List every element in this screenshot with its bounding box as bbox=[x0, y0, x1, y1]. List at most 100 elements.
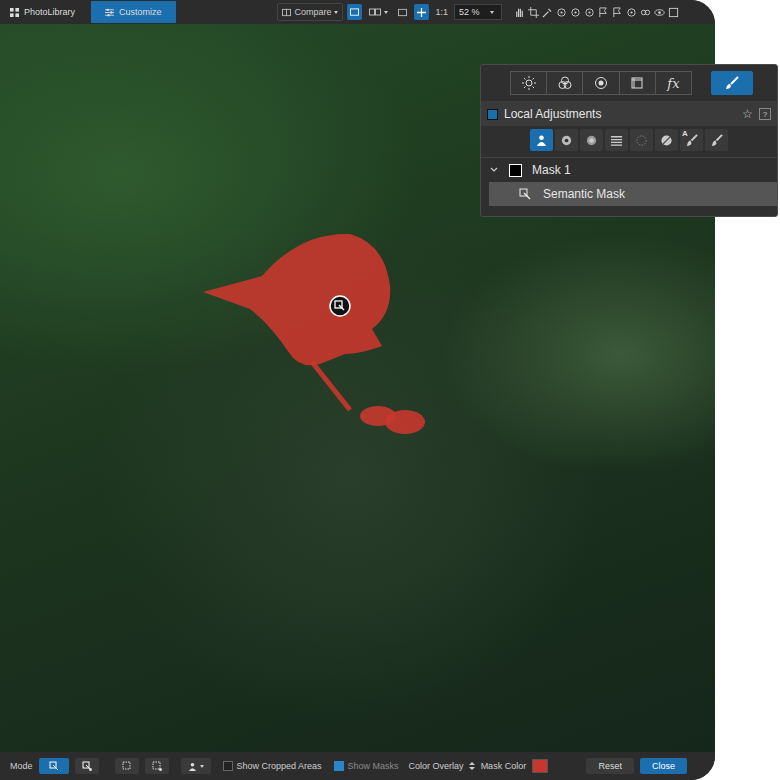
auto-mask-icon bbox=[635, 134, 648, 147]
checkbox[interactable]: Show Cropped Areas bbox=[223, 761, 322, 771]
updown-arrow-icon bbox=[469, 761, 475, 771]
grid-icon bbox=[10, 8, 19, 17]
action-button[interactable]: Reset bbox=[586, 758, 634, 774]
palette-tab[interactable] bbox=[619, 71, 656, 95]
select-mode-icon bbox=[122, 761, 132, 771]
mode-button[interactable] bbox=[75, 758, 99, 774]
semantic-mask-icon bbox=[519, 188, 531, 200]
compare-label: Compare bbox=[294, 7, 331, 17]
workspace-tab-label: Customize bbox=[119, 7, 162, 17]
favorite-button[interactable]: ☆ bbox=[742, 107, 753, 121]
geometry-icon bbox=[630, 76, 644, 90]
local-tool-button[interactable] bbox=[555, 129, 578, 151]
screen: PhotoLibrary Customize Compare 1:1 52 % … bbox=[0, 0, 780, 780]
overlay-mode-dropdown[interactable]: Color Overlay bbox=[409, 761, 475, 771]
control-line-icon bbox=[585, 134, 598, 147]
local-tool-button[interactable] bbox=[630, 129, 653, 151]
palette-icon bbox=[487, 109, 498, 120]
flag2-icon[interactable] bbox=[612, 7, 623, 18]
workspace-tab[interactable]: PhotoLibrary bbox=[6, 1, 87, 23]
mode-button[interactable] bbox=[145, 758, 169, 774]
zoom-value: 52 % bbox=[459, 7, 480, 17]
square-icon[interactable] bbox=[668, 7, 679, 18]
palette-tab[interactable] bbox=[711, 71, 753, 95]
top-toolbar: PhotoLibrary Customize Compare 1:1 52 % bbox=[0, 0, 715, 24]
flag-icon[interactable] bbox=[598, 7, 609, 18]
control-point-icon bbox=[560, 134, 573, 147]
palette-header: Local Adjustments ☆ ? bbox=[481, 102, 777, 126]
mode-button[interactable] bbox=[115, 758, 139, 774]
local-tool-button[interactable] bbox=[580, 129, 603, 151]
palette-tabs: fx bbox=[481, 65, 777, 102]
eraser-icon bbox=[660, 134, 673, 147]
redeye-icon[interactable] bbox=[556, 7, 567, 18]
dropdown-arrow-icon bbox=[334, 11, 338, 14]
move-icon bbox=[417, 8, 426, 17]
overlay-mode-label: Color Overlay bbox=[409, 761, 464, 771]
palette-tab[interactable] bbox=[546, 71, 583, 95]
mode-button[interactable] bbox=[39, 758, 69, 774]
mask-component-name: Semantic Mask bbox=[543, 187, 625, 201]
local-tool-button[interactable] bbox=[705, 129, 728, 151]
palette-tab[interactable] bbox=[582, 71, 619, 95]
light-icon bbox=[522, 76, 536, 90]
semantic-add-mode-icon bbox=[82, 761, 92, 771]
dropdown-arrow-icon bbox=[200, 765, 204, 768]
palette-tab[interactable] bbox=[510, 71, 547, 95]
palette-tab[interactable]: fx bbox=[655, 71, 692, 95]
help-button[interactable]: ? bbox=[759, 108, 771, 120]
mask-color-swatch[interactable] bbox=[532, 759, 548, 773]
semantic-mode-icon bbox=[49, 761, 59, 771]
workspace-tab[interactable]: Customize bbox=[91, 1, 176, 23]
local-tool-button[interactable] bbox=[605, 129, 628, 151]
subject-dropdown[interactable] bbox=[181, 758, 211, 774]
mask-checkbox[interactable] bbox=[509, 164, 522, 177]
link-icon[interactable] bbox=[640, 7, 651, 18]
cursor-icon bbox=[330, 296, 350, 316]
color-icon bbox=[558, 76, 572, 90]
repair-icon[interactable] bbox=[570, 7, 581, 18]
picker-icon[interactable] bbox=[542, 7, 553, 18]
zoom-field[interactable]: 52 % bbox=[454, 4, 502, 20]
local-tool-button[interactable]: A bbox=[680, 129, 703, 151]
checkbox[interactable]: Show Masks bbox=[334, 761, 399, 771]
semantic-icon bbox=[535, 134, 548, 147]
eye-icon[interactable] bbox=[654, 7, 665, 18]
checkbox-label: Show Masks bbox=[348, 761, 399, 771]
zoom-ratio-button[interactable]: 1:1 bbox=[433, 7, 450, 17]
horizon-icon[interactable] bbox=[584, 7, 595, 18]
compare-dropdown[interactable]: Compare bbox=[277, 3, 343, 21]
brush-icon bbox=[725, 76, 739, 90]
compare-icon bbox=[282, 8, 291, 17]
checkbox-label: Show Cropped Areas bbox=[237, 761, 322, 771]
stack-icon[interactable] bbox=[626, 7, 637, 18]
crop-icon[interactable] bbox=[528, 7, 539, 18]
sliders-icon bbox=[105, 8, 114, 17]
person-icon bbox=[188, 762, 197, 771]
dropdown-arrow-icon bbox=[490, 11, 494, 14]
mask-row[interactable]: Mask 1 bbox=[481, 158, 777, 182]
checkbox-box bbox=[334, 761, 344, 771]
dropdown-arrow-icon bbox=[384, 11, 388, 14]
hand-icon[interactable] bbox=[514, 7, 525, 18]
dual-view-icon bbox=[369, 6, 381, 18]
move-button[interactable] bbox=[414, 4, 429, 20]
local-tool-button[interactable] bbox=[655, 129, 678, 151]
palette-title: Local Adjustments bbox=[504, 107, 736, 121]
mask-color-label: Mask Color bbox=[481, 761, 527, 771]
fit-icon bbox=[398, 8, 407, 17]
fit-button[interactable] bbox=[395, 4, 410, 20]
single-view-button[interactable] bbox=[347, 4, 362, 20]
palette-tab-label: fx bbox=[667, 76, 679, 91]
layout-dropdown[interactable] bbox=[366, 4, 391, 20]
chevron-icon[interactable] bbox=[489, 165, 499, 175]
mask-component-row[interactable]: Semantic Mask bbox=[489, 182, 777, 206]
detail-icon bbox=[594, 76, 608, 90]
local-adjustments-palette: fx Local Adjustments ☆ ? A Mask 1 Semant… bbox=[480, 64, 778, 217]
gradient-icon bbox=[610, 134, 623, 147]
action-button[interactable]: Close bbox=[640, 758, 687, 774]
local-tools: A bbox=[481, 126, 777, 158]
local-tool-button[interactable] bbox=[530, 129, 553, 151]
brush-icon bbox=[710, 134, 723, 147]
tool-label: A bbox=[682, 129, 688, 138]
